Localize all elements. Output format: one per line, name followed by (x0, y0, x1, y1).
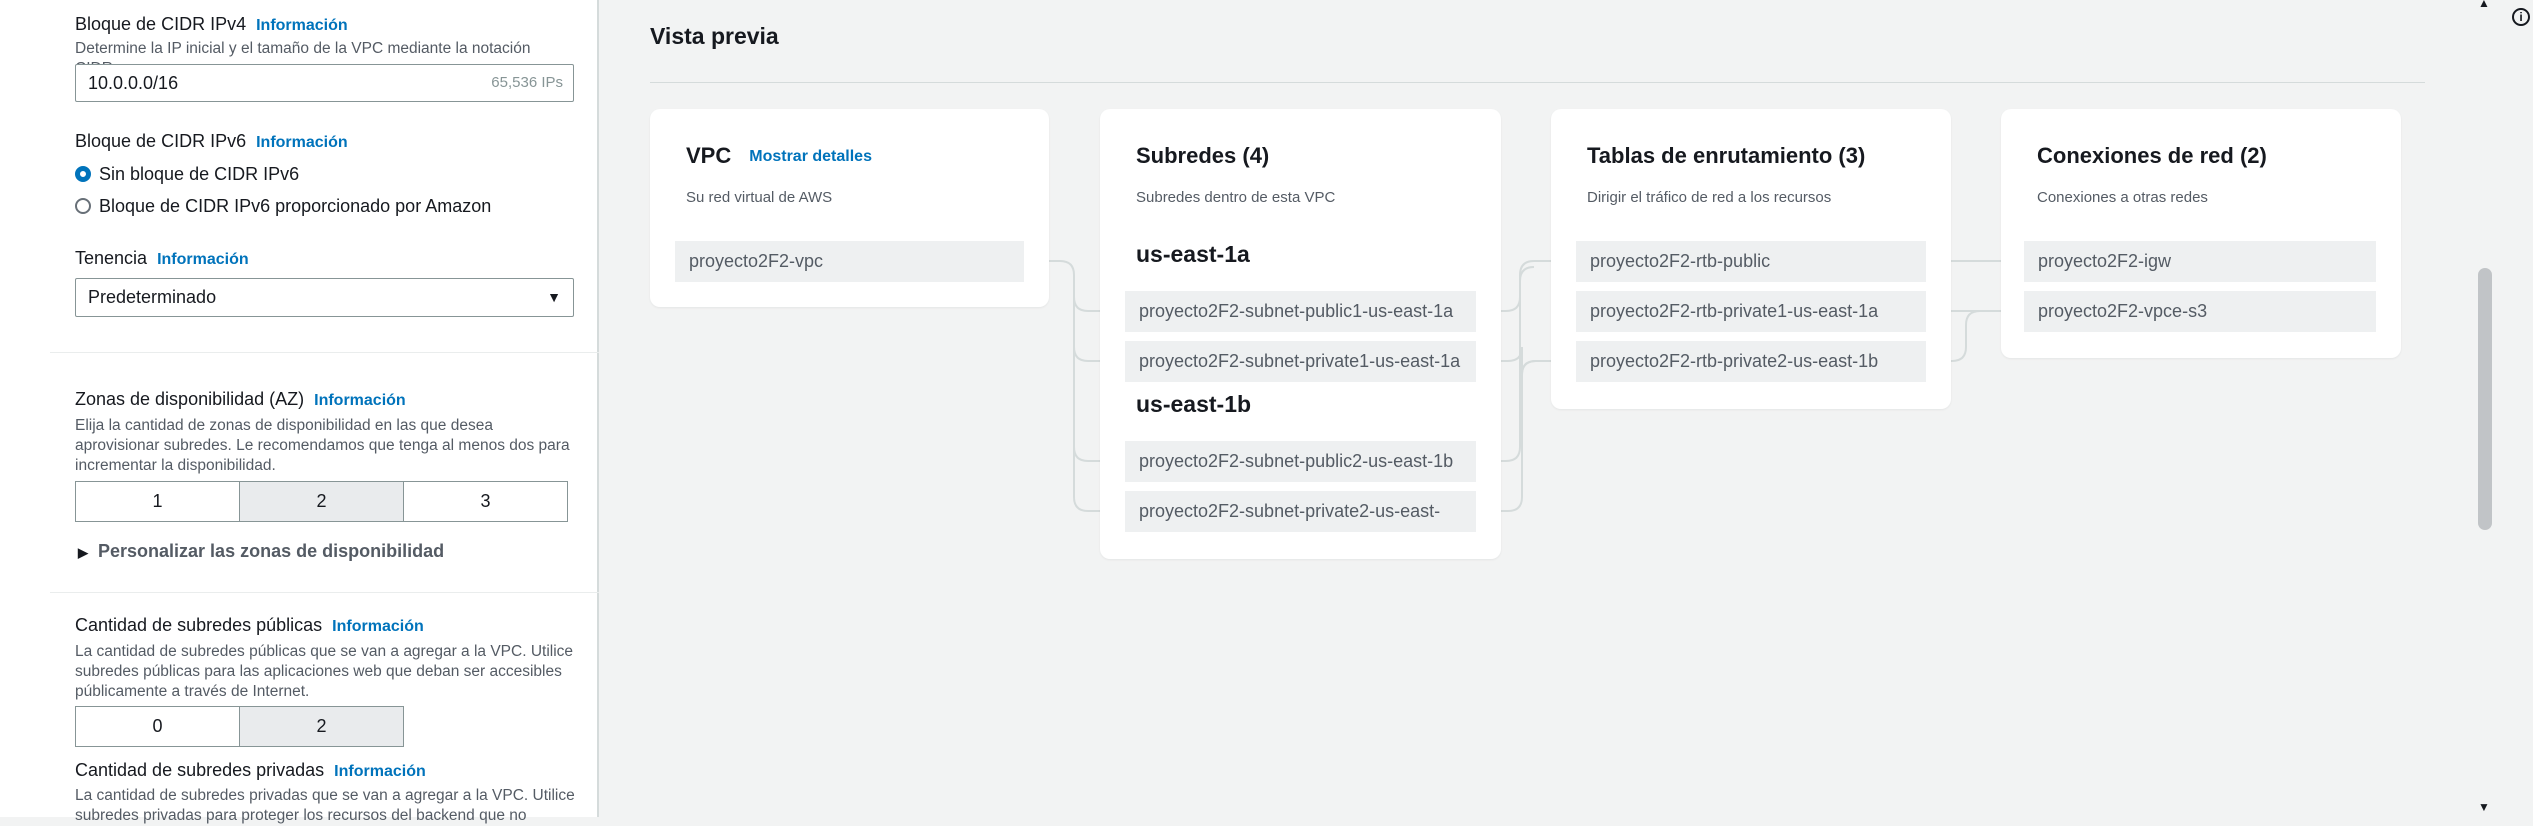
subnet-item[interactable]: proyecto2F2-subnet-private2-us-east- (1125, 491, 1476, 532)
ipv4-info-link[interactable]: Información (256, 17, 348, 34)
tenancy-info-link[interactable]: Información (157, 251, 249, 268)
scroll-up-arrow-icon[interactable]: ▲ (2478, 0, 2490, 10)
subnets-card-title: Subredes (4) (1136, 143, 1270, 168)
az-heading-1b: us-east-1b (1136, 391, 1252, 417)
ipv4-ip-count: 65,536 IPs (491, 74, 563, 91)
az-count-selector: 1 2 3 (75, 481, 568, 522)
radio-no-ipv6[interactable]: Sin bloque de CIDR IPv6 (75, 163, 299, 185)
route-tables-card-title: Tablas de enrutamiento (3) (1587, 143, 1866, 168)
public-subnets-option-2[interactable]: 2 (239, 706, 404, 747)
show-details-link[interactable]: Mostrar detalles (749, 148, 872, 165)
private-subnets-info-link[interactable]: Información (334, 763, 426, 780)
route-tables-card-subtitle: Dirigir el tráfico de red a los recursos (1587, 189, 1832, 206)
vpc-card-subtitle: Su red virtual de AWS (686, 189, 833, 206)
subnets-card: Subredes (4) Subredes dentro de esta VPC… (1100, 109, 1501, 559)
az-option-3[interactable]: 3 (403, 481, 568, 522)
connections-card-subtitle: Conexiones a otras redes (2037, 189, 2208, 206)
preview-title: Vista previa (650, 23, 779, 49)
public-subnets-selector: 0 2 (75, 706, 404, 747)
radio-selected-icon (75, 165, 91, 182)
public-subnets-option-0[interactable]: 0 (75, 706, 240, 747)
section-divider (50, 352, 599, 353)
vpc-settings-panel: Bloque de CIDR IPv4 Información Determine… (0, 0, 599, 824)
az-option-2[interactable]: 2 (239, 481, 404, 522)
public-subnets-description: La cantidad de subredes públicas que se … (75, 643, 574, 700)
az-info-link[interactable]: Información (314, 392, 406, 409)
route-tables-card: Tablas de enrutamiento (3) Dirigir el tr… (1551, 109, 1951, 409)
private-subnets-label: Cantidad de subredes privadas Información (75, 760, 426, 780)
customize-az-expander[interactable]: ▶ Personalizar las zonas de disponibilida… (78, 541, 444, 562)
info-panel-icon[interactable]: i (2512, 8, 2530, 26)
private-subnets-description: La cantidad de subredes privadas que se … (75, 787, 575, 824)
ipv4-cidr-input[interactable]: 10.0.0.0/16 65,536 IPs (75, 64, 574, 102)
route-table-item[interactable]: proyecto2F2-rtb-private1-us-east-1a (1576, 291, 1926, 332)
route-table-item[interactable]: proyecto2F2-rtb-public (1576, 241, 1926, 282)
caret-right-icon: ▶ (78, 545, 88, 560)
vpc-item[interactable]: proyecto2F2-vpc (675, 241, 1024, 282)
section-divider (50, 592, 599, 593)
subnet-item[interactable]: proyecto2F2-subnet-public2-us-east-1b (1125, 441, 1476, 482)
az-option-1[interactable]: 1 (75, 481, 240, 522)
subnet-item[interactable]: proyecto2F2-subnet-private1-us-east-1a (1125, 341, 1476, 382)
public-subnets-info-link[interactable]: Información (332, 618, 424, 635)
ipv4-cidr-label: Bloque de CIDR IPv4 Información (75, 14, 348, 34)
vpc-card-title: VPC Mostrar detalles (686, 143, 872, 168)
az-label: Zonas de disponibilidad (AZ) Información (75, 389, 406, 409)
preview-divider (650, 82, 2425, 83)
ipv6-cidr-label: Bloque de CIDR IPv6 Información (75, 131, 348, 151)
ipv6-info-link[interactable]: Información (256, 134, 348, 151)
tenancy-select[interactable]: Predeterminado ▼ (75, 278, 574, 317)
subnet-item[interactable]: proyecto2F2-subnet-public1-us-east-1a (1125, 291, 1476, 332)
scroll-down-arrow-icon[interactable]: ▼ (2478, 800, 2490, 814)
radio-amazon-ipv6[interactable]: Bloque de CIDR IPv6 proporcionado por Am… (75, 195, 491, 217)
vpc-card: VPC Mostrar detalles Su red virtual de AW… (650, 109, 1049, 307)
az-description: Elija la cantidad de zonas de disponibil… (75, 417, 570, 474)
route-table-item[interactable]: proyecto2F2-rtb-private2-us-east-1b (1576, 341, 1926, 382)
tenancy-label: Tenencia Información (75, 248, 249, 268)
public-subnets-label: Cantidad de subredes públicas Información (75, 615, 424, 635)
subnets-card-subtitle: Subredes dentro de esta VPC (1136, 189, 1336, 206)
connection-item[interactable]: proyecto2F2-vpce-s3 (2024, 291, 2376, 332)
network-connections-card: Conexiones de red (2) Conexiones a otras… (2001, 109, 2401, 358)
connection-item[interactable]: proyecto2F2-igw (2024, 241, 2376, 282)
caret-down-icon: ▼ (547, 289, 561, 305)
az-heading-1a: us-east-1a (1136, 241, 1250, 267)
radio-unselected-icon (75, 197, 91, 214)
scrollbar-thumb[interactable] (2478, 268, 2492, 530)
connections-card-title: Conexiones de red (2) (2037, 143, 2267, 168)
